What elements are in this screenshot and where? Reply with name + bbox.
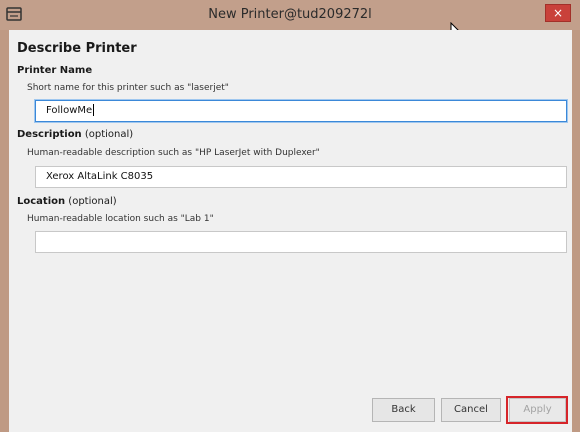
printer-name-field[interactable]: FollowMe bbox=[35, 100, 567, 122]
description-hint: Human-readable description such as "HP L… bbox=[27, 148, 320, 158]
title-bar[interactable]: New Printer@tud209272l × bbox=[0, 0, 580, 30]
description-optional-text: (optional) bbox=[81, 129, 134, 140]
location-field[interactable] bbox=[35, 231, 567, 253]
description-label: Description (optional) bbox=[17, 129, 133, 140]
cancel-button[interactable]: Cancel bbox=[441, 398, 501, 422]
printer-dialog-window: New Printer@tud209272l × Describe Printe… bbox=[0, 0, 580, 432]
printer-name-hint: Short name for this printer such as "las… bbox=[27, 83, 229, 93]
text-caret bbox=[93, 104, 95, 116]
description-label-text: Description bbox=[17, 129, 82, 140]
apply-highlight-box bbox=[506, 396, 568, 424]
printer-name-value: FollowMe bbox=[46, 105, 93, 116]
location-optional-text: (optional) bbox=[65, 196, 117, 207]
window-title: New Printer@tud209272l bbox=[208, 7, 372, 22]
close-button[interactable]: × bbox=[545, 4, 571, 22]
location-hint: Human-readable location such as "Lab 1" bbox=[27, 214, 214, 224]
location-label: Location (optional) bbox=[17, 196, 117, 207]
page-heading: Describe Printer bbox=[17, 41, 137, 56]
printer-name-label: Printer Name bbox=[17, 65, 93, 76]
description-value: Xerox AltaLink C8035 bbox=[46, 171, 154, 182]
back-button[interactable]: Back bbox=[372, 398, 435, 422]
location-label-text: Location bbox=[17, 196, 66, 207]
description-field[interactable]: Xerox AltaLink C8035 bbox=[35, 166, 567, 188]
